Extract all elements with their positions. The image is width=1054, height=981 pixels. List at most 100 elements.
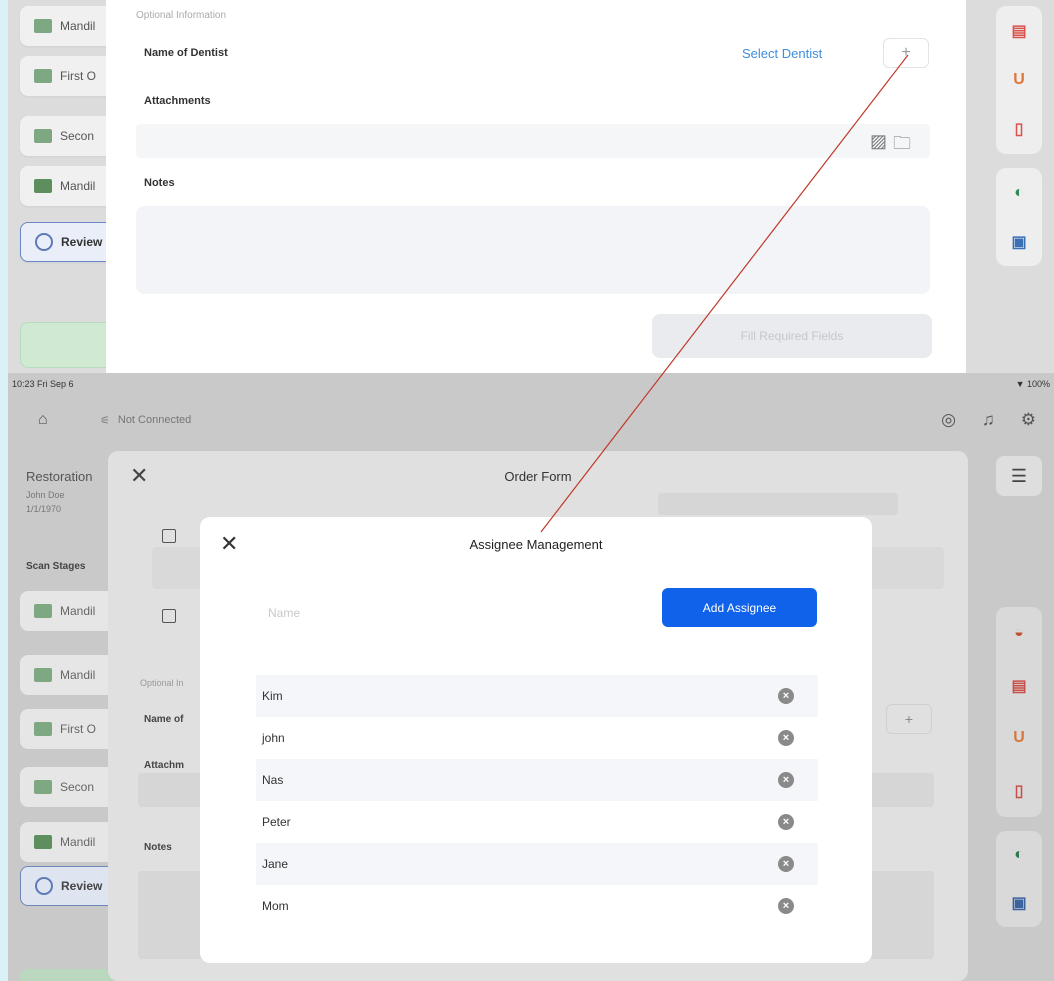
green-action-button[interactable] — [20, 969, 116, 981]
patient-dob: 1/1/1970 — [26, 504, 62, 514]
sidebar-item-label: Secon — [60, 780, 95, 794]
add-dentist-button[interactable]: + — [886, 704, 932, 734]
sidebar-item-label: Review — [61, 879, 103, 893]
status-time: 10:23 Fri Sep 6 — [12, 379, 74, 389]
tooth-icon[interactable]: ▯ — [1009, 781, 1029, 801]
nav-actions: ◎ ♫ ⚙ — [941, 410, 1036, 430]
select-dentist-link[interactable]: Select Dentist — [742, 46, 822, 61]
assignee-name-input[interactable] — [262, 595, 642, 631]
dentist-label: Name of Dentist — [144, 47, 228, 59]
assignee-row: john × — [256, 717, 818, 759]
layer-icon[interactable]: ▣ — [1009, 232, 1029, 252]
notes-textarea[interactable] — [136, 206, 930, 294]
sidebar-item-label: Mandil — [60, 179, 96, 193]
stage-icon — [34, 69, 52, 83]
sidebar-item-label: Mandil — [60, 604, 96, 618]
assignee-row: Kim × — [256, 675, 818, 717]
fill-required-button[interactable]: Fill Required Fields — [652, 314, 932, 358]
sidebar-item-second[interactable]: Secon — [20, 767, 116, 807]
bite-icon — [34, 179, 52, 193]
folder-icon[interactable]: 🗀 — [893, 131, 911, 161]
checkbox[interactable] — [162, 529, 176, 543]
assignee-row: Peter × — [256, 801, 818, 843]
scan-stages-label: Scan Stages — [26, 561, 86, 572]
color-model-icon[interactable]: ◐ — [1009, 183, 1029, 203]
crown-icon[interactable]: ◒ — [1009, 623, 1029, 643]
view-rail: ◐ ▣ — [996, 831, 1042, 927]
sidebar-item-mandibular-2[interactable]: Mandil — [20, 655, 116, 695]
attachments-label: Attachm — [144, 760, 185, 771]
magnet-icon[interactable]: U — [1009, 728, 1029, 748]
stage-icon — [34, 780, 52, 794]
tooth-tray-icon[interactable]: ▤ — [1009, 676, 1029, 696]
bite-icon — [34, 835, 52, 849]
tool-rail: ◒ ▤ U ▯ — [996, 607, 1042, 817]
sidebar-item-label: Mandil — [60, 835, 96, 849]
assignee-name: Peter — [262, 815, 291, 829]
optional-information-label: Optional In — [140, 678, 184, 688]
sidebar-item-label: Mandil — [60, 668, 96, 682]
sidebar-item-review[interactable]: Review — [20, 866, 116, 906]
checkbox[interactable] — [162, 609, 176, 623]
stage-icon — [34, 722, 52, 736]
notes-label: Notes — [144, 177, 175, 189]
remove-assignee-icon[interactable]: × — [778, 856, 794, 872]
stage-icon — [34, 668, 52, 682]
connection-label: Not Connected — [117, 414, 192, 426]
remove-assignee-icon[interactable]: × — [778, 688, 794, 704]
connection-status[interactable]: ⚟ Not Connected — [100, 414, 191, 427]
tooth-tray-icon[interactable]: ▤ — [1009, 21, 1029, 41]
assignee-name: john — [262, 731, 285, 745]
sidebar-item-bite[interactable]: Mandil — [20, 822, 116, 862]
bell-icon[interactable]: ♫ — [982, 410, 995, 430]
top-tool-rail: ▤ U ▯ — [996, 6, 1042, 154]
status-bar: 10:23 Fri Sep 6 ▼ 100% — [8, 373, 1054, 395]
color-model-icon[interactable]: ◐ — [1009, 845, 1029, 865]
sidebar-item-label: Review — [61, 235, 103, 249]
modal-title: Assignee Management — [469, 537, 603, 552]
notes-label: Notes — [144, 842, 172, 853]
add-assignee-button[interactable]: Add Assignee — [662, 588, 817, 627]
top-order-form: Optional Information Name of Dentist Sel… — [106, 0, 966, 373]
stage-icon — [34, 604, 52, 618]
dentist-label: Name of — [144, 714, 184, 725]
assignee-name: Mom — [262, 899, 289, 913]
attachment-actions: ▨ 🗀 — [870, 131, 911, 161]
disconnected-icon: ⚟ — [100, 414, 110, 427]
review-icon — [35, 877, 53, 895]
assignee-row: Mom × — [256, 885, 818, 927]
case-title: Restoration — [26, 469, 93, 484]
patient-name: John Doe — [26, 490, 65, 500]
magnet-icon[interactable]: U — [1009, 70, 1029, 90]
remove-assignee-icon[interactable]: × — [778, 898, 794, 914]
sidebar-item-first[interactable]: First O — [20, 709, 116, 749]
account-icon[interactable]: ◎ — [941, 410, 956, 430]
image-icon[interactable]: ▨ — [870, 131, 887, 161]
add-dentist-button[interactable]: + — [883, 38, 929, 68]
optional-information-label: Optional Information — [136, 10, 227, 21]
review-icon — [35, 233, 53, 251]
tooth-icon[interactable]: ▯ — [1009, 119, 1029, 139]
stage-icon — [34, 19, 52, 33]
sidebar-item-label: First O — [60, 722, 96, 736]
assignee-row: Jane × — [256, 843, 818, 885]
zoomed-order-form-view: Mandil First O Secon Mandil Review Optio… — [8, 0, 1054, 373]
top-view-rail: ◐ ▣ — [996, 168, 1042, 266]
assignee-row: Nas × — [256, 759, 818, 801]
remove-assignee-icon[interactable]: × — [778, 814, 794, 830]
remove-assignee-icon[interactable]: × — [778, 772, 794, 788]
nav-bar: ⌂ ⚟ Not Connected ◎ ♫ ⚙ — [8, 395, 1054, 445]
panel-toggle-icon[interactable]: ☰ — [996, 456, 1042, 496]
status-battery: ▼ 100% — [1015, 379, 1050, 389]
layer-icon[interactable]: ▣ — [1009, 893, 1029, 913]
home-icon[interactable]: ⌂ — [38, 411, 48, 429]
settings-icon[interactable]: ⚙ — [1021, 410, 1036, 430]
sidebar-item-mandibular[interactable]: Mandil — [20, 591, 116, 631]
assignee-name: Kim — [262, 689, 283, 703]
order-form-header-fields — [658, 493, 898, 515]
remove-assignee-icon[interactable]: × — [778, 730, 794, 746]
sidebar-item-label: First O — [60, 69, 96, 83]
assignee-management-modal: ✕ Assignee Management Add Assignee Kim×j… — [200, 517, 872, 963]
assignee-list: Kim × john × Nas × Peter × Jane × Mom × — [256, 675, 818, 927]
order-form-title: Order Form — [504, 469, 572, 484]
